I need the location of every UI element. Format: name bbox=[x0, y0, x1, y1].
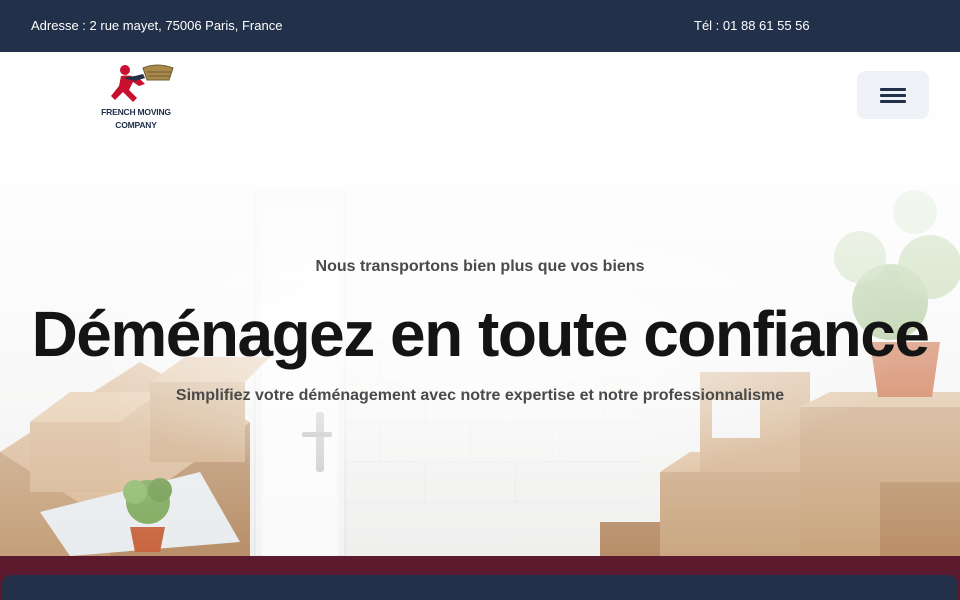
logo-line-1: FRENCH MOVING bbox=[101, 107, 171, 117]
hero-tagline: Nous transportons bien plus que vos bien… bbox=[315, 258, 645, 275]
menu-toggle-button[interactable] bbox=[857, 71, 929, 119]
hero-title: Déménagez en toute confiance bbox=[31, 298, 930, 370]
address-text: Adresse : 2 rue mayet, 75006 Paris, Fran… bbox=[31, 18, 283, 33]
hero-subtitle: Simplifiez votre déménagement avec notre… bbox=[175, 387, 785, 404]
logo-line-2: COMPANY bbox=[115, 120, 157, 130]
top-info-bar: Adresse : 2 rue mayet, 75006 Paris, Fran… bbox=[0, 0, 960, 52]
phone-link[interactable]: Tél : 01 88 61 55 56 bbox=[694, 18, 810, 33]
company-logo[interactable]: FRENCH MOVING COMPANY bbox=[95, 60, 185, 134]
mover-logo-icon bbox=[111, 64, 174, 102]
next-section-panel bbox=[2, 575, 958, 600]
hero-section: FRENCH MOVING COMPANY Nous transportons … bbox=[0, 52, 960, 556]
section-divider bbox=[0, 556, 960, 600]
